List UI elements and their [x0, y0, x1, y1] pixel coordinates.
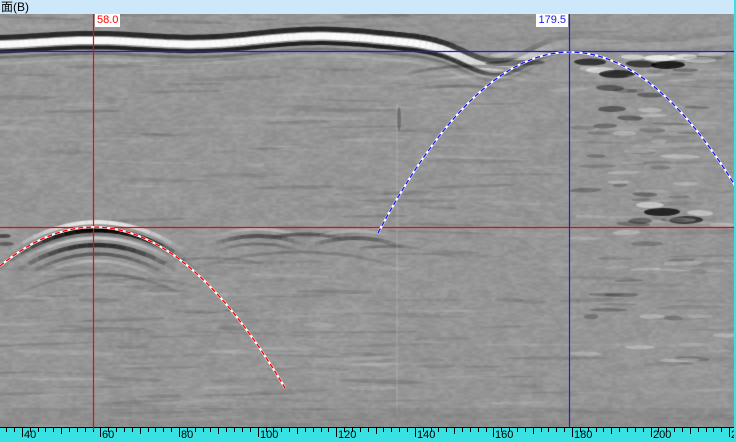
ruler-tick — [218, 428, 219, 434]
ruler-tick — [155, 428, 156, 432]
ruler-tick — [729, 428, 730, 437]
ruler-tick — [132, 428, 133, 432]
ruler-tick-label: 40 — [24, 429, 36, 441]
ruler-tick — [258, 428, 259, 437]
ruler-tick — [713, 428, 714, 432]
ruler-tick — [250, 428, 251, 432]
ruler-tick — [627, 428, 628, 432]
ruler-tick — [6, 428, 7, 432]
ruler-tick — [454, 428, 455, 434]
ruler-tick — [305, 428, 306, 432]
ruler-tick-label: 100 — [260, 429, 278, 441]
ruler-tick — [368, 428, 369, 432]
ruler-tick — [619, 428, 620, 432]
ruler-tick — [100, 428, 101, 437]
ruler-tick — [651, 428, 652, 437]
ruler-tick — [14, 428, 15, 432]
ruler-tick — [564, 428, 565, 432]
ruler-tick — [124, 428, 125, 432]
ruler-tick — [234, 428, 235, 432]
ruler-tick — [611, 428, 612, 434]
ruler-tick — [297, 428, 298, 434]
ruler-tick — [376, 428, 377, 434]
ruler-tick — [533, 428, 534, 434]
ruler-tick-label: 200 — [653, 429, 671, 441]
ruler-tick — [493, 428, 494, 437]
ruler-tick — [470, 428, 471, 432]
ruler-tick — [336, 428, 337, 437]
ruler-tick-label: 160 — [495, 429, 513, 441]
ruler-tick — [572, 428, 573, 437]
ruler-tick — [203, 428, 204, 432]
blue-cursor-position-label: 179.5 — [536, 14, 568, 27]
ruler-tick-label: 180 — [574, 429, 592, 441]
ruler-tick — [596, 428, 597, 432]
ruler-tick — [171, 428, 172, 432]
ruler-tick — [486, 428, 487, 432]
ruler-tick — [556, 428, 557, 432]
ruler-tick — [163, 428, 164, 432]
ruler-tick — [179, 428, 180, 437]
ruler-tick — [289, 428, 290, 432]
ruler-tick — [93, 428, 94, 432]
ruler-tick — [226, 428, 227, 432]
ruler-tick — [698, 428, 699, 432]
ruler-tick — [383, 428, 384, 432]
ruler-tick — [45, 428, 46, 432]
ruler-tick — [478, 428, 479, 432]
ruler-tick — [321, 428, 322, 432]
ruler-tick — [53, 428, 54, 432]
ruler-tick — [77, 428, 78, 432]
ruler-tick — [195, 428, 196, 432]
ruler-tick — [643, 428, 644, 432]
ruler-tick — [210, 428, 211, 432]
ruler-tick — [438, 428, 439, 432]
ruler-tick — [517, 428, 518, 432]
ruler-tick — [525, 428, 526, 432]
ruler-tick — [360, 428, 361, 432]
ruler-tick — [407, 428, 408, 432]
ruler-tick — [313, 428, 314, 432]
window-title: 面(B) — [1, 0, 29, 14]
ruler-tick — [603, 428, 604, 432]
position-ruler: 406080100120140160180200220 — [0, 427, 736, 442]
ruler-tick — [548, 428, 549, 432]
ruler-tick — [61, 428, 62, 434]
ruler-tick — [116, 428, 117, 432]
ruler-tick — [85, 428, 86, 432]
ruler-tick — [281, 428, 282, 432]
ruler-tick — [674, 428, 675, 432]
ruler-tick — [148, 428, 149, 432]
ruler-tick — [328, 428, 329, 432]
ruler-tick — [399, 428, 400, 432]
ruler-tick — [721, 428, 722, 432]
ruler-tick — [706, 428, 707, 432]
ruler-tick — [38, 428, 39, 432]
ruler-tick-label: 60 — [102, 429, 114, 441]
ruler-tick — [69, 428, 70, 432]
ruler-tick — [415, 428, 416, 437]
ruler-tick — [462, 428, 463, 432]
ruler-tick — [541, 428, 542, 432]
window-titlebar: 面(B) — [0, 0, 736, 14]
red-cursor-position-label: 58.0 — [95, 14, 120, 27]
ruler-tick — [635, 428, 636, 432]
ruler-tick-label: 140 — [417, 429, 435, 441]
ruler-tick — [242, 428, 243, 432]
ruler-tick — [391, 428, 392, 432]
ruler-tick — [22, 428, 23, 437]
ruler-tick-label: 80 — [181, 429, 193, 441]
ruler-tick — [690, 428, 691, 434]
ruler-tick-label: 120 — [338, 429, 356, 441]
ruler-tick — [140, 428, 141, 434]
ruler-tick — [682, 428, 683, 432]
radargram-canvas[interactable] — [0, 14, 736, 427]
ruler-tick — [446, 428, 447, 432]
